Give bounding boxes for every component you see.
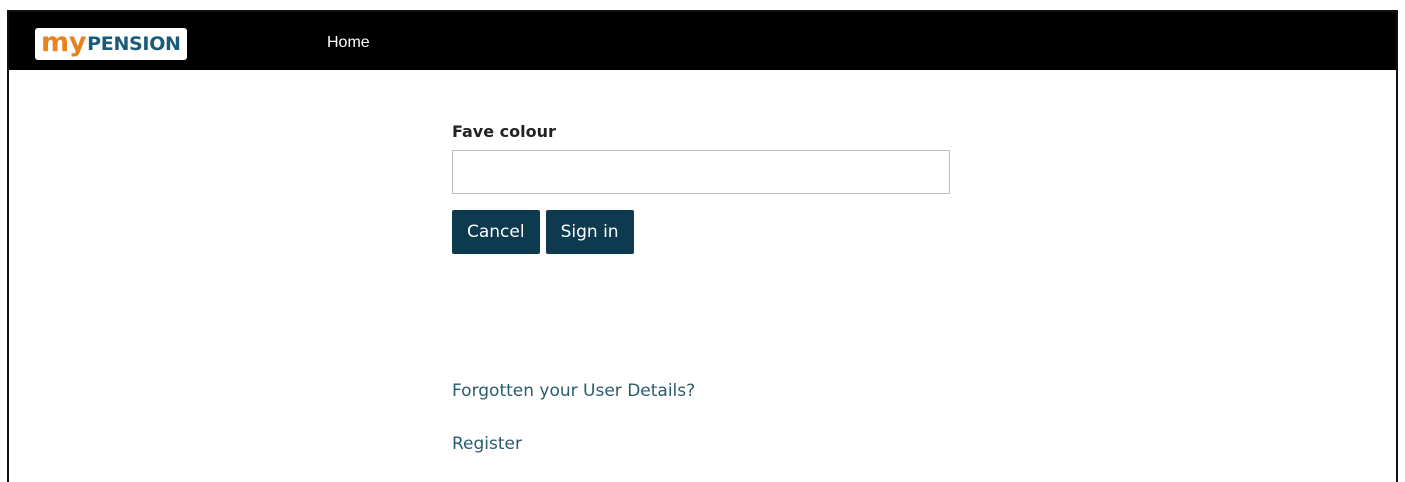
- logo-pension-text: PENSION: [87, 32, 181, 55]
- nav-home-link[interactable]: Home: [327, 34, 370, 52]
- sign-in-form: Fave colour Cancel Sign in: [452, 122, 952, 254]
- help-links: Forgotten your User Details? Register: [452, 380, 695, 455]
- fave-colour-input[interactable]: [452, 150, 950, 194]
- register-link[interactable]: Register: [452, 433, 695, 455]
- fave-colour-label: Fave colour: [452, 122, 556, 141]
- top-navbar: my PENSION Home: [9, 12, 1396, 70]
- forgotten-user-details-link[interactable]: Forgotten your User Details?: [452, 380, 695, 402]
- cancel-button[interactable]: Cancel: [452, 210, 540, 254]
- app-frame: my PENSION Home Fave colour Cancel Sign i…: [7, 10, 1398, 482]
- logo-my-text: my: [41, 26, 87, 58]
- mypension-logo[interactable]: my PENSION: [35, 28, 187, 60]
- form-actions: Cancel Sign in: [452, 210, 952, 254]
- sign-in-button[interactable]: Sign in: [545, 210, 634, 254]
